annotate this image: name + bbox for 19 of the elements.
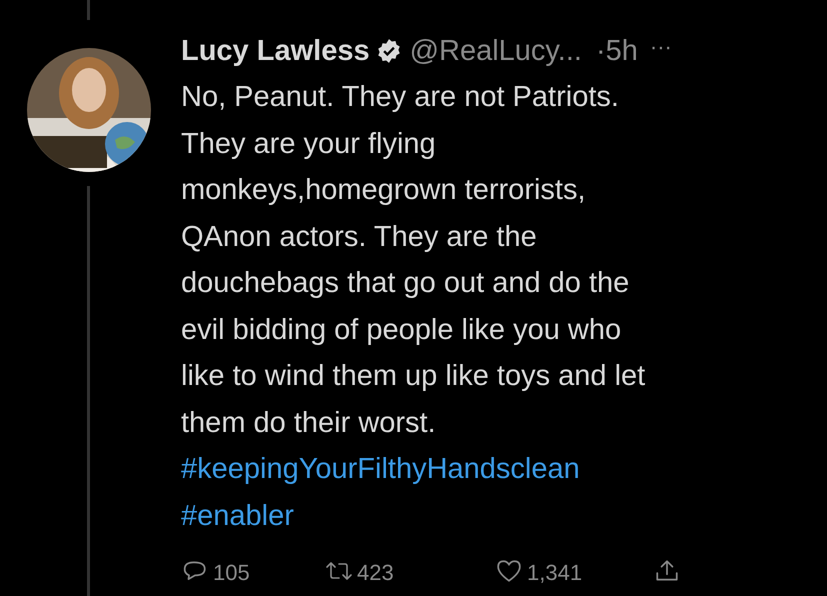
tweet-text-line: them do their worst. xyxy=(181,406,437,440)
action-count: 1,341 xyxy=(527,560,582,586)
tweet-text-line: No, Peanut. They are not Patriots. xyxy=(181,80,620,115)
more-options-button[interactable]: ··· xyxy=(650,34,672,60)
heart-icon[interactable] xyxy=(495,558,523,584)
tweet-text-line: They are your flying xyxy=(181,126,437,162)
tweet-text-line: monkeys,homegrown terrorists, xyxy=(181,173,587,208)
separator-dot: · xyxy=(596,34,606,68)
tweet-text-line: douchebags that go out and do the xyxy=(181,266,630,301)
hashtag-link[interactable]: #keepingYourFilthyHandsclean xyxy=(181,453,580,485)
action-count: 423 xyxy=(357,560,394,586)
user-handle[interactable]: @RealLucy... xyxy=(410,34,582,68)
tweet-text-line: like to wind them up like toys and let xyxy=(181,359,646,394)
hashtag-link[interactable]: #enabler xyxy=(181,500,294,532)
tweet-text-line: QAnon actors. They are the xyxy=(181,220,538,254)
author-name[interactable]: Lucy Lawless xyxy=(181,34,370,68)
timestamp[interactable]: 5h xyxy=(606,34,638,68)
tweet-text-line: evil bidding of people like you who xyxy=(181,312,622,348)
action-count: 105 xyxy=(213,560,250,586)
